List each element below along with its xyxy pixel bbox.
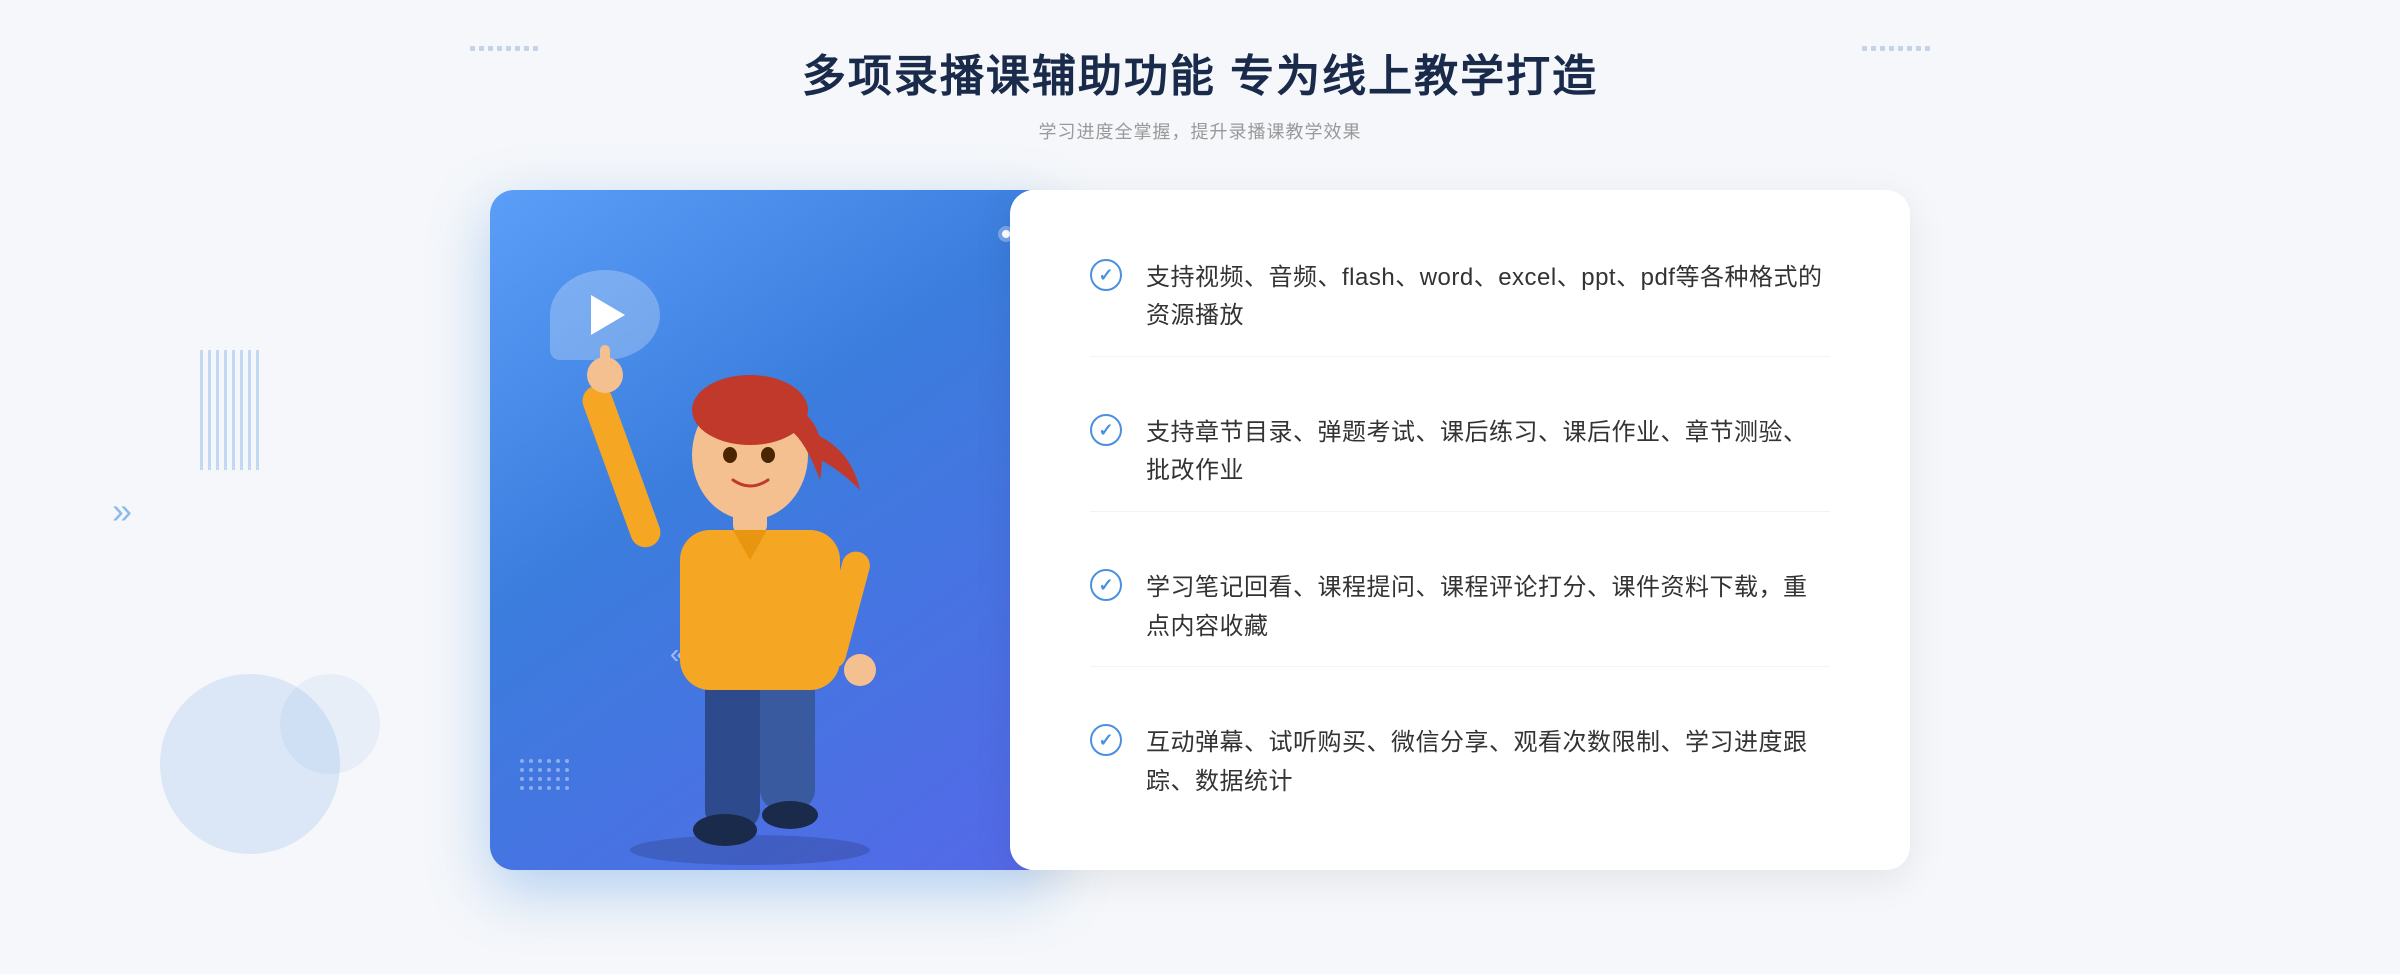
check-icon-2: ✓ [1090,414,1122,446]
feature-item-2: ✓ 支持章节目录、弹题考试、课后练习、课后作业、章节测验、批改作业 [1090,394,1830,512]
feature-item-1: ✓ 支持视频、音频、flash、word、excel、ppt、pdf等各种格式的… [1090,239,1830,357]
check-mark-2: ✓ [1098,421,1113,439]
title-section: 多项录播课辅助功能 专为线上教学打造 学习进度全掌握，提升录播课教学效果 [802,40,1598,144]
content-area: « [490,190,1910,870]
check-icon-4: ✓ [1090,724,1122,756]
light-spot-1 [1002,230,1010,238]
decorative-circle-2 [280,674,380,774]
main-title: 多项录播课辅助功能 专为线上教学打造 [802,40,1598,104]
illustration-card: « [490,190,1050,870]
feature-text-2: 支持章节目录、弹题考试、课后练习、课后作业、章节测验、批改作业 [1146,414,1830,491]
check-icon-3: ✓ [1090,569,1122,601]
page-wrapper: 多项录播课辅助功能 专为线上教学打造 学习进度全掌握，提升录播课教学效果 « [0,0,2400,974]
check-mark-1: ✓ [1098,266,1113,284]
sub-title: 学习进度全掌握，提升录播课教学效果 [802,118,1598,144]
person-illustration [550,290,950,870]
feature-item-3: ✓ 学习笔记回看、课程提问、课程评论打分、课件资料下载，重点内容收藏 [1090,549,1830,667]
header-deco-right [1862,46,1930,51]
stripe-decoration [200,350,260,470]
header-deco-left [470,46,538,51]
check-icon-1: ✓ [1090,259,1122,291]
feature-text-4: 互动弹幕、试听购买、微信分享、观看次数限制、学习进度跟踪、数据统计 [1146,724,1830,801]
feature-item-4: ✓ 互动弹幕、试听购买、微信分享、观看次数限制、学习进度跟踪、数据统计 [1090,704,1830,821]
feature-text-1: 支持视频、音频、flash、word、excel、ppt、pdf等各种格式的资源… [1146,259,1830,336]
check-mark-4: ✓ [1098,731,1113,749]
right-panel: ✓ 支持视频、音频、flash、word、excel、ppt、pdf等各种格式的… [1010,190,1910,870]
decorative-arrow-left: » [112,490,132,532]
feature-text-3: 学习笔记回看、课程提问、课程评论打分、课件资料下载，重点内容收藏 [1146,569,1830,646]
check-mark-3: ✓ [1098,576,1113,594]
